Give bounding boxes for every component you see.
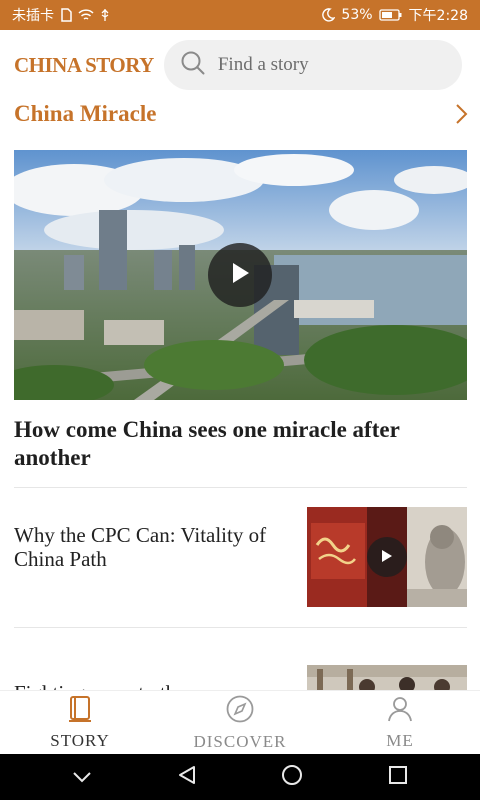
wifi-icon [78,8,94,22]
sim-icon [60,8,72,22]
battery-icon [378,9,403,21]
back-icon[interactable] [177,765,197,789]
search-icon [180,50,206,80]
play-icon [381,548,393,567]
play-icon [230,262,250,288]
battery-percent: 53% [341,7,373,23]
status-bar: 未插卡 53% 下午2:28 [0,0,480,30]
section-header[interactable]: China Miracle [14,96,468,132]
person-icon [386,695,414,727]
play-button[interactable] [208,243,272,307]
compass-icon [225,694,255,728]
nav-item-me[interactable]: ME [320,691,480,754]
nav-label: STORY [50,730,110,750]
story-thumbnail[interactable] [307,665,467,690]
moon-icon [321,8,336,22]
system-nav-bar [0,754,480,800]
search-input[interactable] [217,54,438,76]
nav-item-story[interactable]: STORY [0,691,160,754]
book-icon [67,695,93,727]
chevron-down-icon[interactable] [72,768,92,787]
story-title: Fighting poverty the [14,681,284,690]
hero-title[interactable]: How come China sees one miracle after an… [14,416,454,472]
brand-logo[interactable]: CHINA STORY [14,53,154,78]
story-thumbnail[interactable] [307,507,467,607]
list-item[interactable]: Why the CPC Can: Vitality of China Path [14,507,467,607]
chevron-right-icon[interactable] [454,103,468,125]
nav-item-discover[interactable]: DISCOVER [160,691,320,754]
status-right: 53% 下午2:28 [321,5,468,25]
recents-icon[interactable] [388,765,408,789]
bottom-nav: STORY DISCOVER ME [0,690,480,754]
hero-image[interactable] [14,150,467,400]
app-screen: 未插卡 53% 下午2:28 CHINA STORY Find a story … [0,0,480,800]
list-item[interactable]: Fighting poverty the [14,665,467,690]
usb-icon [100,8,110,22]
thumbnail-illustration [307,665,467,690]
nav-label: ME [386,730,414,750]
divider [14,627,467,628]
search-bar[interactable] [163,40,462,90]
clock-text: 下午2:28 [408,8,468,24]
divider [14,487,467,488]
status-left: 未插卡 [12,5,110,25]
section-title: China Miracle [14,101,157,126]
nav-label: DISCOVER [193,731,287,751]
carrier-text: 未插卡 [12,8,54,24]
home-icon[interactable] [281,764,303,790]
story-feed[interactable]: How come China sees one miracle after an… [0,140,480,690]
play-button[interactable] [367,537,407,577]
story-title: Why the CPC Can: Vitality of China Path [14,523,267,571]
app-header: CHINA STORY [0,30,480,100]
